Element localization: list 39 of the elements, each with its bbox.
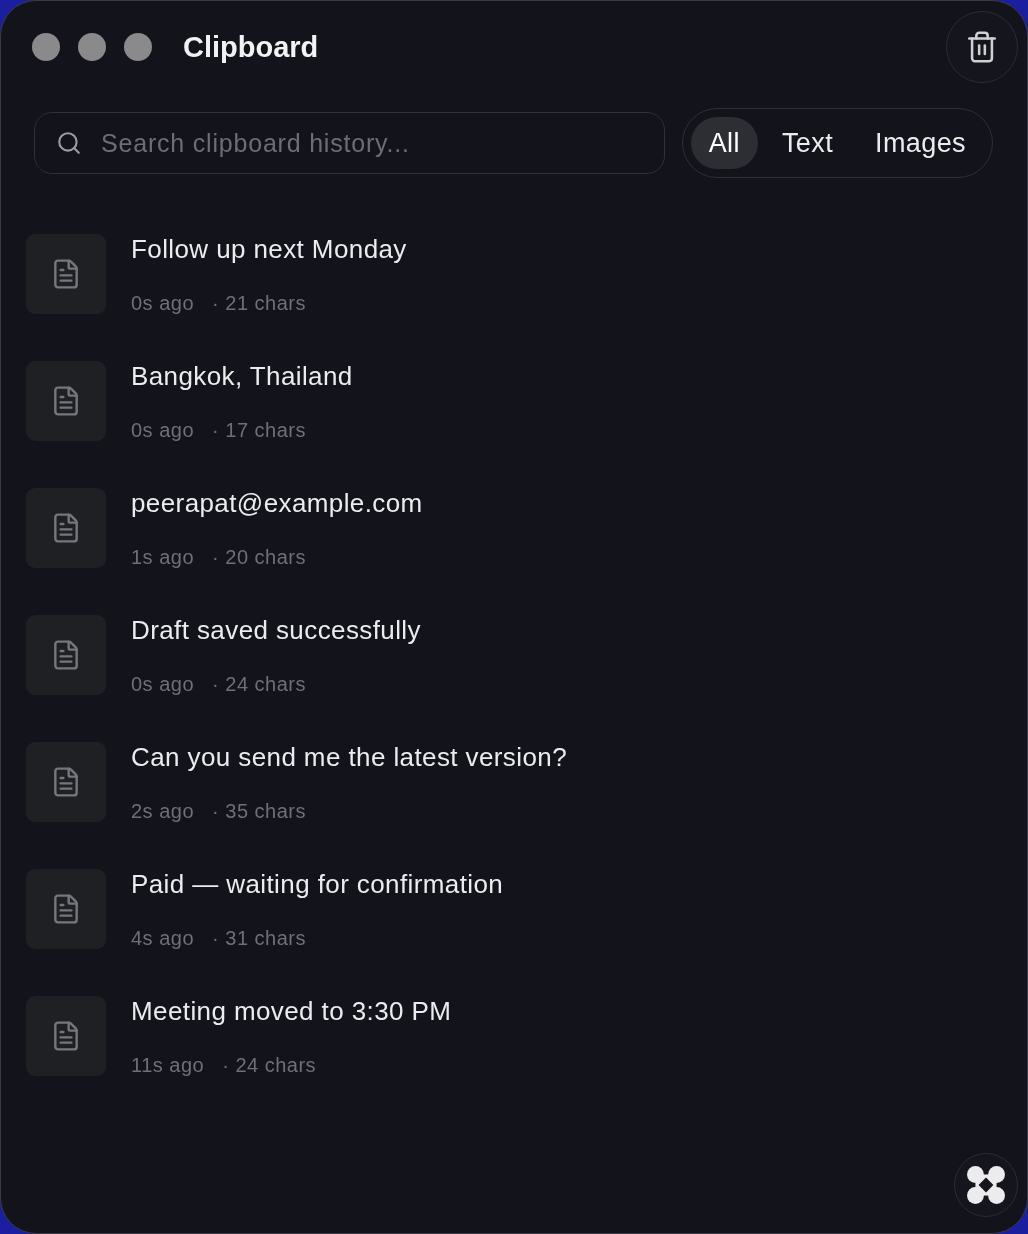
clip-length: · 17 chars: [212, 418, 306, 442]
search-icon: [56, 130, 82, 156]
window-close-button[interactable]: [32, 33, 60, 61]
clip-text: Paid — waiting for confirmation: [131, 869, 504, 899]
document-icon: [26, 234, 106, 314]
clip-length: · 24 chars: [222, 1053, 317, 1077]
document-icon: [26, 361, 106, 441]
clip-time: 2s ago: [131, 799, 195, 823]
filter-tab[interactable]: All: [690, 117, 758, 169]
clip-time: 1s ago: [131, 545, 195, 569]
clip-time: 0s ago: [131, 672, 195, 696]
clip-length: · 20 chars: [212, 545, 306, 569]
clip-length: · 24 chars: [212, 672, 306, 696]
window-title: Clipboard: [183, 30, 320, 64]
document-icon: [26, 742, 106, 822]
clip-length: · 21 chars: [212, 291, 306, 315]
clip-text: Meeting moved to 3:30 PM: [131, 996, 452, 1026]
filter-tab[interactable]: Text: [763, 117, 852, 169]
document-icon: [26, 869, 106, 949]
clip-text: Bangkok, Thailand: [131, 361, 353, 391]
filter-tab[interactable]: Images: [857, 117, 984, 169]
clip-length: · 31 chars: [212, 926, 306, 950]
trash-icon: [965, 30, 999, 64]
search-field[interactable]: Search clipboard history...: [34, 112, 665, 174]
document-icon: [26, 996, 106, 1076]
clip-text: Draft saved successfully: [131, 615, 421, 645]
document-icon: [26, 615, 106, 695]
clip-time: 0s ago: [131, 418, 195, 442]
clip-text: Follow up next Monday: [131, 234, 407, 264]
clip-length: · 35 chars: [212, 799, 306, 823]
clip-time: 0s ago: [131, 291, 195, 315]
clover-icon: [967, 1166, 1005, 1204]
clip-time: 11s ago: [131, 1053, 205, 1077]
clip-text: Can you send me the latest version?: [131, 742, 568, 772]
clip-text: peerapat@example.com: [131, 488, 423, 518]
window-zoom-button[interactable]: [124, 33, 152, 61]
document-icon: [26, 488, 106, 568]
clip-time: 4s ago: [131, 926, 195, 950]
window-minimize-button[interactable]: [78, 33, 106, 61]
